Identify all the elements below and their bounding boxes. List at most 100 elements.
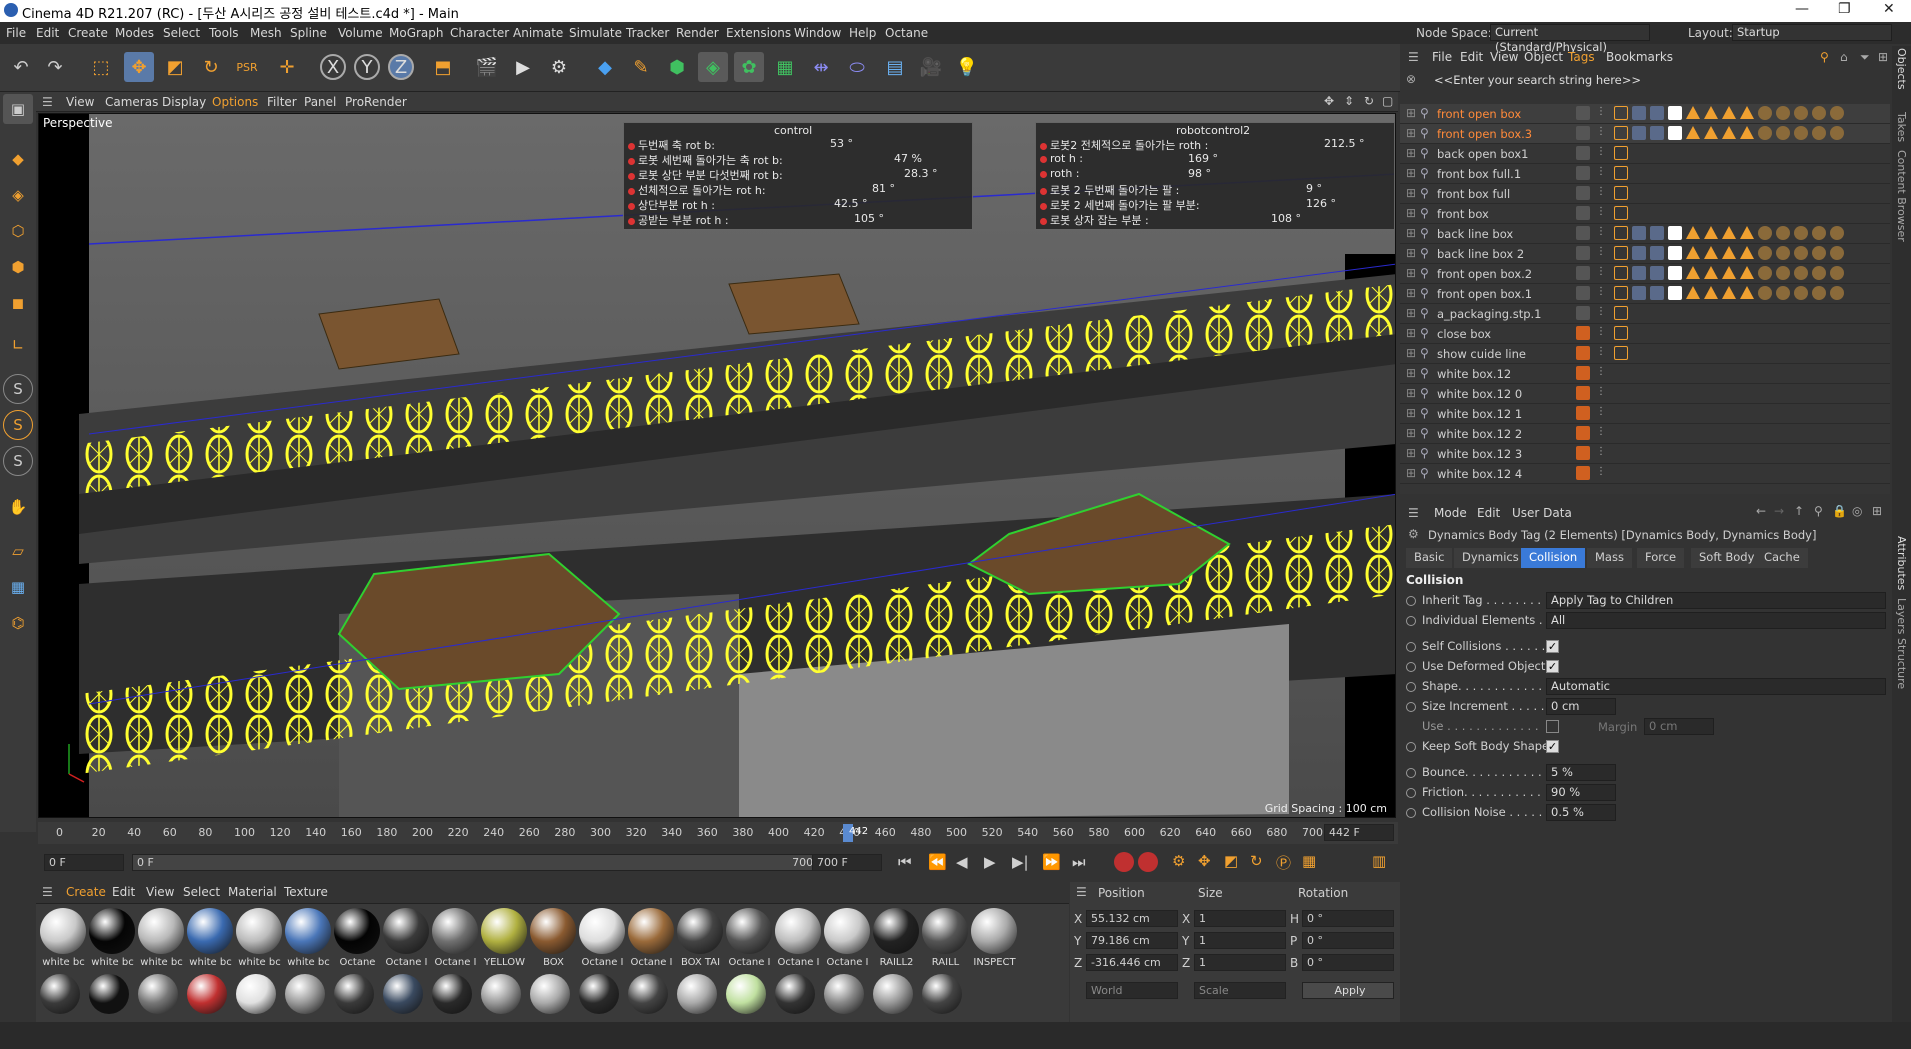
- layer-icon[interactable]: [1576, 466, 1590, 480]
- current-frame-field[interactable]: 442 F: [1324, 824, 1394, 841]
- material-swatch[interactable]: [628, 908, 674, 954]
- points-mode-icon[interactable]: ⬡: [3, 216, 33, 246]
- tweak-icon[interactable]: ✋: [3, 492, 33, 522]
- material-label[interactable]: white bc: [284, 957, 333, 968]
- scale-icon[interactable]: ◩: [160, 52, 190, 82]
- layer-icon[interactable]: [1576, 326, 1590, 340]
- material-tag-icon[interactable]: [1722, 246, 1736, 259]
- visibility-dots-icon[interactable]: ⋮: [1596, 126, 1606, 137]
- workplane-icon[interactable]: ▱: [3, 536, 33, 566]
- camera-icon[interactable]: 🎥: [916, 52, 946, 82]
- material-swatch[interactable]: [138, 974, 178, 1014]
- material-swatch[interactable]: [40, 908, 86, 954]
- material-tag-icon[interactable]: [1632, 246, 1646, 260]
- tag-icon[interactable]: [1614, 226, 1628, 240]
- menu-file[interactable]: File: [6, 26, 26, 40]
- cube-icon[interactable]: ◆: [590, 52, 620, 82]
- material-swatch[interactable]: [824, 908, 870, 954]
- obj-menu-file[interactable]: File: [1432, 50, 1452, 64]
- material-swatch[interactable]: [824, 974, 864, 1014]
- attr-search-icon[interactable]: ⚲: [1814, 504, 1823, 518]
- material-tag-icon[interactable]: [1632, 126, 1646, 140]
- menu-animate[interactable]: Animate: [513, 26, 563, 40]
- lock-icon[interactable]: 🔒: [1832, 504, 1847, 518]
- robotcontrol2-panel[interactable]: robotcontrol2 로봇2 전체적으로 돌아가는 roth : 212.…: [1035, 122, 1395, 230]
- object-row[interactable]: ⊞ ⚲ white box.12 ⋮: [1400, 364, 1890, 384]
- layer-icon[interactable]: [1576, 206, 1590, 220]
- robot-value[interactable]: 169 °: [1188, 152, 1218, 165]
- object-row[interactable]: ⊞ ⚲ front box ⋮: [1400, 204, 1890, 224]
- material-swatch[interactable]: [236, 974, 276, 1014]
- material-swatch[interactable]: [628, 974, 668, 1014]
- tab-basic[interactable]: Basic: [1406, 548, 1453, 568]
- material-tag-icon[interactable]: [1794, 106, 1808, 120]
- visibility-dots-icon[interactable]: ⋮: [1596, 206, 1606, 217]
- snap-icon[interactable]: S: [3, 374, 33, 404]
- material-tag-icon[interactable]: [1830, 246, 1844, 260]
- vp-move-icon[interactable]: ✥: [1324, 94, 1334, 108]
- tab-soft-body[interactable]: Soft Body: [1691, 548, 1763, 568]
- pos-z-field[interactable]: -316.446 cm: [1086, 954, 1178, 971]
- coordinate-space-select[interactable]: World: [1086, 982, 1178, 999]
- attr-hamburger-icon[interactable]: ☰: [1408, 506, 1419, 520]
- record-icon[interactable]: [1114, 852, 1134, 872]
- vp-menu-display[interactable]: Display: [162, 95, 206, 109]
- vp-rotate-icon[interactable]: ↻: [1364, 94, 1374, 108]
- render-region-icon[interactable]: 🎬: [472, 52, 502, 82]
- timeline-ruler[interactable]: 0 20 40 60 80 100 120 140 160 180 200 220 240 260 280 3…: [38, 822, 1398, 844]
- expand-icon[interactable]: ⊞: [1406, 266, 1416, 280]
- material-tag-icon[interactable]: [1812, 126, 1826, 140]
- obj-menu-view[interactable]: View: [1490, 50, 1518, 64]
- expand-icon[interactable]: ⊞: [1406, 106, 1416, 120]
- object-name[interactable]: front open box.1: [1437, 287, 1532, 301]
- use-checkbox[interactable]: [1546, 720, 1559, 733]
- snap-grid-icon[interactable]: S: [3, 446, 33, 476]
- layer-icon[interactable]: [1576, 106, 1590, 120]
- tag-icon[interactable]: [1614, 106, 1628, 120]
- viewport-3d[interactable]: Perspective Grid Spacing : 100 cm contro…: [38, 113, 1396, 818]
- side-tab-attributes[interactable]: Attributes: [1895, 536, 1908, 590]
- expand-icon[interactable]: ⊞: [1406, 126, 1416, 140]
- expand-icon[interactable]: ⊞: [1406, 146, 1416, 160]
- control-value[interactable]: 53 °: [830, 137, 853, 150]
- field-icon[interactable]: ⬭: [842, 52, 872, 82]
- material-tag-icon[interactable]: [1812, 286, 1826, 300]
- render-settings-icon[interactable]: ⚙: [544, 52, 574, 82]
- material-swatch[interactable]: [334, 908, 380, 954]
- expand-icon[interactable]: ⊞: [1406, 186, 1416, 200]
- material-swatch[interactable]: [383, 908, 429, 954]
- object-name[interactable]: show cuide line: [1437, 347, 1526, 361]
- material-tag-icon[interactable]: [1758, 106, 1772, 120]
- material-swatch[interactable]: [334, 974, 374, 1014]
- cloner-icon[interactable]: ▦: [770, 52, 800, 82]
- psr-icon[interactable]: PSR: [232, 52, 262, 82]
- material-tag-icon[interactable]: [1632, 226, 1646, 240]
- size-x-field[interactable]: 1: [1194, 910, 1286, 927]
- visibility-dots-icon[interactable]: ⋮: [1596, 466, 1606, 477]
- tag-icon[interactable]: [1614, 186, 1628, 200]
- visibility-dots-icon[interactable]: ⋮: [1596, 266, 1606, 277]
- control-value[interactable]: 47 %: [894, 152, 922, 165]
- material-tag-icon[interactable]: [1830, 226, 1844, 240]
- material-tag-icon[interactable]: [1704, 126, 1718, 139]
- material-swatch[interactable]: [285, 908, 331, 954]
- material-tag-icon[interactable]: [1722, 126, 1736, 139]
- make-editable-icon[interactable]: ▣: [3, 94, 33, 124]
- control-row[interactable]: 로봇 세번째 돌아가는 축 rot b:: [628, 152, 783, 167]
- rot-h-field[interactable]: 0 °: [1302, 910, 1394, 927]
- layer-icon[interactable]: [1576, 246, 1590, 260]
- key-rotate-icon[interactable]: ↻: [1250, 852, 1263, 870]
- visibility-dots-icon[interactable]: ⋮: [1596, 406, 1606, 417]
- visibility-dots-icon[interactable]: ⋮: [1596, 446, 1606, 457]
- material-tag-icon[interactable]: [1830, 266, 1844, 280]
- polygons-mode-icon[interactable]: ◼: [3, 288, 33, 318]
- layer-icon[interactable]: [1576, 406, 1590, 420]
- material-swatch[interactable]: [726, 974, 766, 1014]
- expand-icon[interactable]: ⊞: [1406, 226, 1416, 240]
- key-param-icon[interactable]: Ⓟ: [1276, 852, 1291, 873]
- expand-icon[interactable]: ⊞: [1406, 406, 1416, 420]
- material-tag-icon[interactable]: [1830, 286, 1844, 300]
- material-label[interactable]: Octane I: [725, 957, 774, 968]
- menu-edit[interactable]: Edit: [36, 26, 59, 40]
- back-arrow-icon[interactable]: ←: [1756, 504, 1766, 518]
